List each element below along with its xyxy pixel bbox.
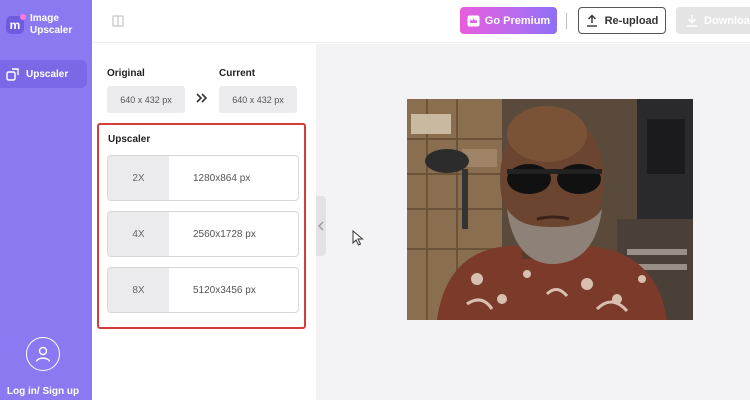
original-size: 640 x 432 px (107, 86, 185, 113)
original-label: Original (107, 68, 145, 79)
app-logo: m (6, 14, 26, 34)
upscale-icon (6, 67, 19, 81)
download-icon (686, 14, 698, 27)
double-chevron-right-icon (195, 92, 209, 107)
sidebar-item-label: Upscaler (26, 68, 69, 80)
user-icon (35, 346, 51, 362)
current-size: 640 x 432 px (219, 86, 297, 113)
upscale-option-4x[interactable]: 4X 2560x1728 px (107, 211, 299, 257)
preview-canvas (316, 44, 750, 400)
re-upload-button[interactable]: Re-upload (578, 7, 666, 34)
go-premium-label: Go Premium (484, 14, 551, 27)
login-signup-link[interactable]: Log in/ Sign up (0, 386, 86, 397)
compare-icon[interactable] (112, 14, 124, 27)
logo-letter: m (9, 18, 21, 32)
toolbar-divider (566, 13, 567, 29)
go-premium-button[interactable]: Go Premium (460, 7, 557, 34)
download-label: Download (704, 14, 750, 27)
settings-panel: Original Current 640 x 432 px 640 x 432 … (92, 44, 316, 400)
brand[interactable]: m Image Upscaler (6, 13, 72, 37)
chevron-left-icon (318, 221, 324, 231)
top-toolbar: Go Premium Re-upload Download (92, 0, 750, 43)
sidebar-item-upscaler[interactable]: Upscaler (0, 60, 87, 88)
option-scale: 4X (108, 212, 169, 256)
app-name-line1: Image (30, 13, 59, 24)
upscale-option-2x[interactable]: 2X 1280x864 px (107, 155, 299, 201)
download-button[interactable]: Download (676, 7, 750, 34)
option-resolution: 2560x1728 px (193, 228, 256, 240)
app-name-line2: Upscaler (30, 25, 73, 36)
avatar[interactable] (26, 337, 60, 371)
re-upload-label: Re-upload (604, 14, 659, 27)
option-scale: 2X (108, 156, 169, 200)
option-scale: 8X (108, 268, 169, 312)
collapse-panel-handle[interactable] (316, 196, 326, 256)
upscale-option-8x[interactable]: 8X 5120x3456 px (107, 267, 299, 313)
uploaded-image (407, 99, 693, 320)
crown-icon (467, 15, 480, 27)
mouse-cursor-icon (352, 230, 364, 246)
upscaler-options-group: Upscaler 2X 1280x864 px 4X 2560x1728 px … (97, 123, 306, 329)
app-name: Image Upscaler (30, 13, 72, 37)
option-resolution: 5120x3456 px (193, 284, 256, 296)
upscaler-title: Upscaler (108, 134, 151, 145)
option-resolution: 1280x864 px (193, 172, 251, 184)
current-label: Current (219, 68, 256, 79)
upload-icon (586, 14, 598, 27)
sidebar: m Image Upscaler Upscaler Log in/ Sign u… (0, 0, 92, 400)
